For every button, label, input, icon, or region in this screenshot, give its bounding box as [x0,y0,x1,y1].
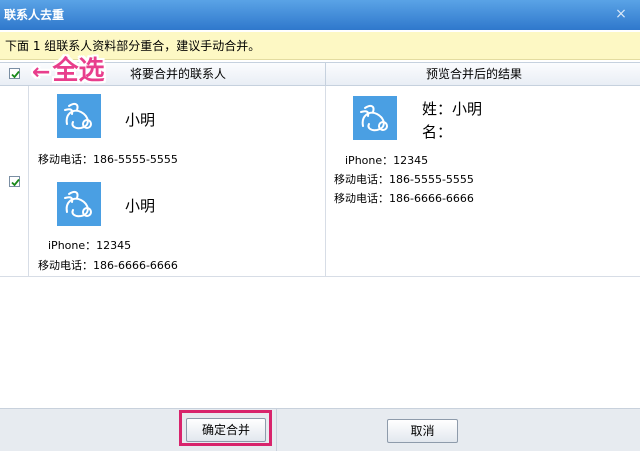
cancel-button[interactable]: 取消 [387,419,458,443]
annotation-text: 全选 [52,56,105,86]
contact-name: 小明 [125,197,156,215]
left-arrow-icon: ← [32,60,51,85]
confirm-highlight-box [179,410,272,446]
preview-last-name: 姓：小明 [422,100,483,118]
header-divider [325,63,326,85]
contact-name: 小明 [125,111,156,129]
rabbit-icon [57,94,101,138]
preview-field: 移动电话：186-5555-5555 [334,173,474,186]
dialog-footer [0,408,640,451]
header-right-label: 预览合并后的结果 [426,67,523,81]
content-divider [325,86,326,276]
preview-field: iPhone：12345 [345,154,429,167]
window-title: 联系人去重 [4,8,65,22]
contact-field: 移动电话：186-5555-5555 [38,153,178,166]
checkmark-icon [11,178,20,187]
title-bar: 联系人去重 × [0,0,640,30]
select-all-checkbox[interactable] [9,68,20,79]
footer-divider [276,409,277,451]
contact-field: 移动电话：186-6666-6666 [38,259,178,272]
rabbit-icon [353,96,397,140]
header-left-label: 将要合并的联系人 [130,67,227,81]
content-bottom-border [0,276,640,277]
rabbit-icon [57,182,101,226]
contact-field: iPhone：12345 [48,239,132,252]
checkmark-icon [11,70,20,79]
contact-checkbox[interactable] [9,176,20,187]
preview-first-name: 名： [422,123,453,141]
select-all-annotation: ←全选 [32,56,104,88]
close-icon[interactable]: × [612,0,630,30]
gutter-divider [28,86,29,276]
preview-field: 移动电话：186-6666-6666 [334,192,474,205]
